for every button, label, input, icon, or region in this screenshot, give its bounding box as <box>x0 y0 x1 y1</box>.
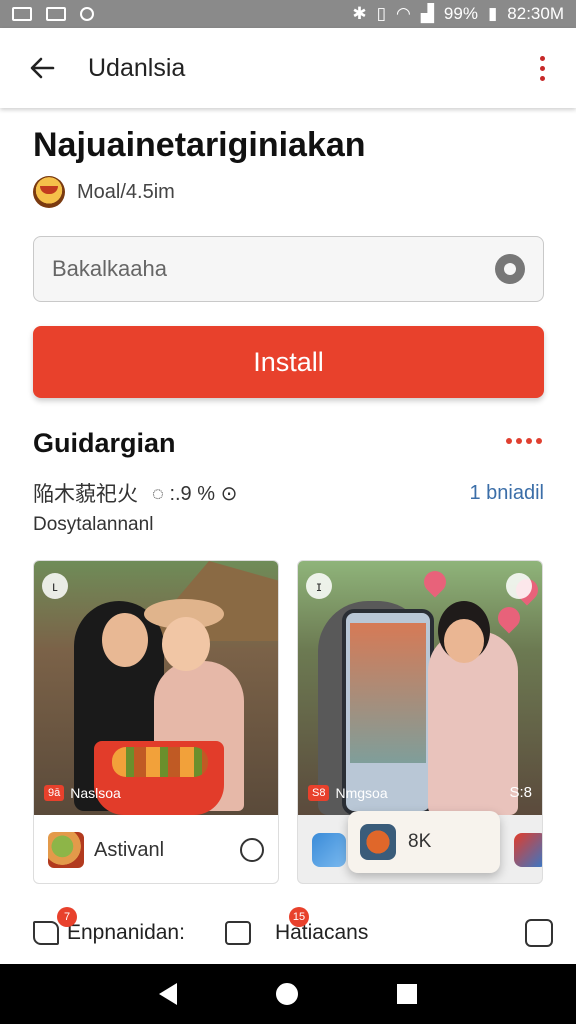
notification-icon <box>80 7 94 21</box>
card-badge: ʟ <box>42 573 68 599</box>
search-placeholder: Bakalkaaha <box>52 256 167 281</box>
phone-screen <box>350 623 426 763</box>
photo-label-text: Naslsoa <box>70 785 121 801</box>
stats-icons: ◌ :.9 % ⊙ <box>152 482 238 505</box>
search-input[interactable]: Bakalkaaha <box>33 236 544 302</box>
battery-icon: ▮ <box>487 4 498 23</box>
section-subtitle: Dosytalannanl <box>33 514 154 535</box>
gallery-notification-icon <box>12 7 32 21</box>
signal-icon: ▟ <box>420 4 434 23</box>
screenshot-photo[interactable]: ɪ S8 Nmgsoa S:8 <box>298 561 542 815</box>
action-item[interactable] <box>224 921 251 945</box>
popup-card[interactable]: 8K <box>348 811 500 873</box>
wifi-icon: ◠ <box>395 4 411 23</box>
action-label: Hatiacans <box>274 921 369 944</box>
screenshot-card[interactable]: ʟ 9ā Naslsoa Astivanl <box>33 560 279 884</box>
more-horiz-icon[interactable] <box>506 438 542 444</box>
photo-label-text: Nmgsoa <box>335 785 388 801</box>
photo-tag: S8 <box>308 785 330 801</box>
edit-icon <box>33 921 59 945</box>
notification-badge: 15 <box>288 907 309 927</box>
action-item[interactable]: 7 Enpnanidan: <box>33 907 185 945</box>
developer-avatar <box>33 176 65 208</box>
settings-icon[interactable] <box>495 254 525 284</box>
child-face <box>162 617 210 671</box>
card-footer: 8K <box>298 811 542 883</box>
system-navigation-bar <box>0 964 576 1024</box>
app-bar-title: Udanlsia <box>88 53 186 82</box>
action-item[interactable]: 15 Hatiacans <box>274 907 369 945</box>
food-thumbnail <box>48 832 84 868</box>
card-footer: Astivanl <box>34 815 278 883</box>
card-footer-text: Astivanl <box>94 838 165 861</box>
food-items <box>112 747 208 777</box>
navigation-recents-icon[interactable] <box>396 984 417 1004</box>
popup-text: 8K <box>408 831 432 852</box>
status-bar: ✱ ▯ ◠ ▟ 99% ▮ 82:30M <box>0 0 576 28</box>
share-icon[interactable] <box>525 919 553 947</box>
navigation-home-icon[interactable] <box>275 983 298 1005</box>
rating-text: Moal/4.5im <box>77 180 175 203</box>
app-bar: Udanlsia <box>0 28 576 108</box>
back-arrow-icon <box>30 57 55 79</box>
photo-label: S8 Nmgsoa <box>308 785 388 801</box>
action-label: Enpnanidan: <box>67 921 185 944</box>
heart-balloon <box>419 566 451 598</box>
install-button[interactable]: Install <box>33 326 544 398</box>
photo-notification-icon <box>46 7 66 21</box>
popup-thumbnail <box>360 824 396 860</box>
vibrate-icon: ▯ <box>376 4 386 23</box>
photo-count: S:8 <box>509 784 532 801</box>
child-face <box>444 619 484 663</box>
comment-icon <box>224 921 251 945</box>
app-icon[interactable] <box>312 833 346 867</box>
screenshot-card[interactable]: ɪ S8 Nmgsoa S:8 8K <box>297 560 543 884</box>
heart-balloon <box>493 602 525 634</box>
screenshot-photo[interactable]: ʟ 9ā Naslsoa <box>34 561 278 815</box>
photo-label: 9ā Naslsoa <box>44 785 121 801</box>
developer-meta: Moal/4.5im <box>33 176 175 208</box>
navigation-back-icon[interactable] <box>159 983 178 1005</box>
see-all-link[interactable]: 1 bniadil <box>469 482 544 505</box>
card-badge: ɪ <box>306 573 332 599</box>
woman-face <box>102 613 148 667</box>
app-icon[interactable] <box>514 833 542 867</box>
back-button[interactable] <box>22 48 62 88</box>
card-badge-right <box>506 573 532 599</box>
photo-tag: 9ā <box>44 785 65 801</box>
stats-row: 陥木藐祀火 ◌ :.9 % ⊙ 1 bniadil <box>33 478 544 508</box>
stats-text: 陥木藐祀火 <box>33 483 138 506</box>
bluetooth-icon: ✱ <box>352 4 367 23</box>
battery-percent: 99% <box>443 4 478 23</box>
bottom-actions: 7 Enpnanidan: 15 Hatiacans <box>33 907 553 958</box>
main-content: Najuainetariginiakan Moal/4.5im Bakalkaa… <box>0 108 576 964</box>
notification-badge: 7 <box>57 907 77 927</box>
more-vert-icon[interactable] <box>536 55 548 81</box>
clock: 82:30M <box>507 4 564 23</box>
chat-icon[interactable] <box>240 838 264 862</box>
page-title: Najuainetariginiakan <box>33 126 366 164</box>
section-title: Guidargian <box>33 428 176 458</box>
